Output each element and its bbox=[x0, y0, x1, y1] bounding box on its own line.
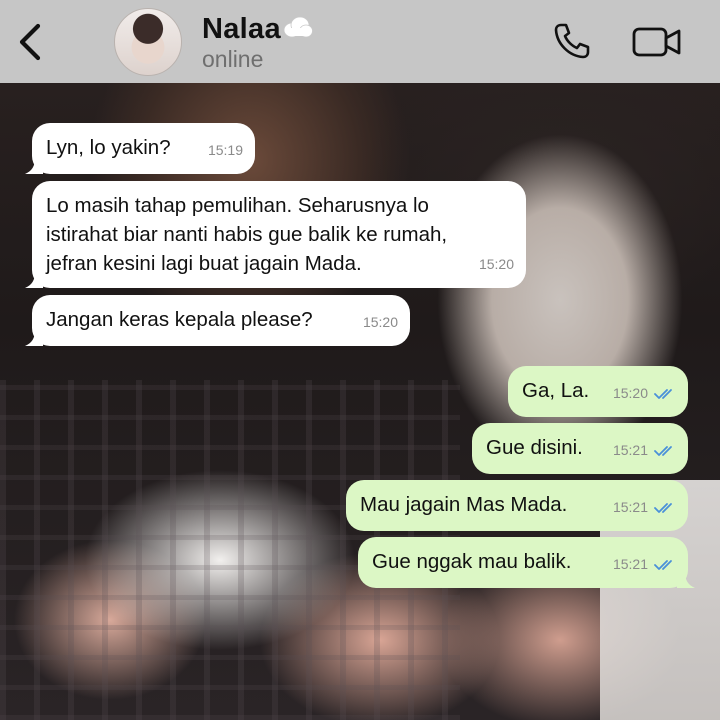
video-camera-icon bbox=[632, 27, 681, 57]
avatar[interactable] bbox=[114, 8, 182, 76]
message-time: 15:20 bbox=[478, 256, 514, 272]
message-text: Jangan keras kepala please? bbox=[46, 308, 313, 331]
phone-icon bbox=[554, 23, 590, 59]
bubble-tail bbox=[25, 272, 43, 288]
contact-name-row[interactable]: Nalaa bbox=[202, 12, 313, 46]
contact-status: online bbox=[202, 46, 264, 72]
message-text: Gue disini. bbox=[486, 436, 583, 459]
message-meta: 15:20 bbox=[479, 250, 514, 279]
message-text: Lo masih tahap pemulihan. Seharusnya lo … bbox=[46, 194, 448, 275]
message-meta: 15:21 bbox=[613, 550, 676, 579]
message-text: Lyn, lo yakin? bbox=[46, 136, 171, 159]
cloud-icon bbox=[283, 16, 313, 38]
message-text: Gue nggak mau balik. bbox=[372, 550, 572, 573]
message-bubble-outgoing[interactable]: Mau jagain Mas Mada. 15:21 bbox=[346, 480, 688, 531]
message-bubble-outgoing[interactable]: Gue nggak mau balik. 15:21 bbox=[358, 537, 695, 588]
message-time: 15:20 bbox=[612, 385, 648, 401]
message-time: 15:20 bbox=[362, 314, 398, 330]
message-time: 15:21 bbox=[612, 499, 648, 515]
video-call-button[interactable] bbox=[632, 26, 682, 58]
message-bubble-incoming[interactable]: Jangan keras kepala please? 15:20 bbox=[25, 295, 410, 346]
message-time: 15:21 bbox=[612, 556, 648, 572]
bubble-tail bbox=[25, 330, 43, 346]
message-text: Mau jagain Mas Mada. bbox=[360, 493, 568, 516]
chevron-left-icon bbox=[19, 23, 41, 61]
message-meta: 15:21 bbox=[613, 493, 676, 522]
back-button[interactable] bbox=[14, 20, 48, 64]
message-bubble-incoming[interactable]: Lyn, lo yakin? 15:19 bbox=[25, 123, 255, 174]
message-bubble-outgoing[interactable]: Gue disini. 15:21 bbox=[472, 423, 688, 474]
read-ticks-icon bbox=[654, 445, 672, 456]
message-bubble-incoming[interactable]: Lo masih tahap pemulihan. Seharusnya lo … bbox=[25, 181, 526, 288]
voice-call-button[interactable] bbox=[553, 22, 591, 60]
message-time: 15:21 bbox=[612, 442, 648, 458]
message-meta: 15:19 bbox=[208, 136, 243, 165]
message-meta: 15:21 bbox=[613, 436, 676, 465]
message-meta: 15:20 bbox=[613, 379, 676, 408]
read-ticks-icon bbox=[654, 559, 672, 570]
message-bubble-outgoing[interactable]: Ga, La. 15:20 bbox=[508, 366, 688, 417]
message-time: 15:19 bbox=[207, 142, 243, 158]
bubble-tail bbox=[677, 572, 695, 588]
contact-name: Nalaa bbox=[202, 12, 281, 45]
read-ticks-icon bbox=[654, 502, 672, 513]
read-ticks-icon bbox=[654, 388, 672, 399]
chat-header: Nalaa online bbox=[0, 0, 720, 83]
message-text: Ga, La. bbox=[522, 379, 590, 402]
bubble-tail bbox=[25, 158, 43, 174]
message-meta: 15:20 bbox=[363, 308, 398, 337]
